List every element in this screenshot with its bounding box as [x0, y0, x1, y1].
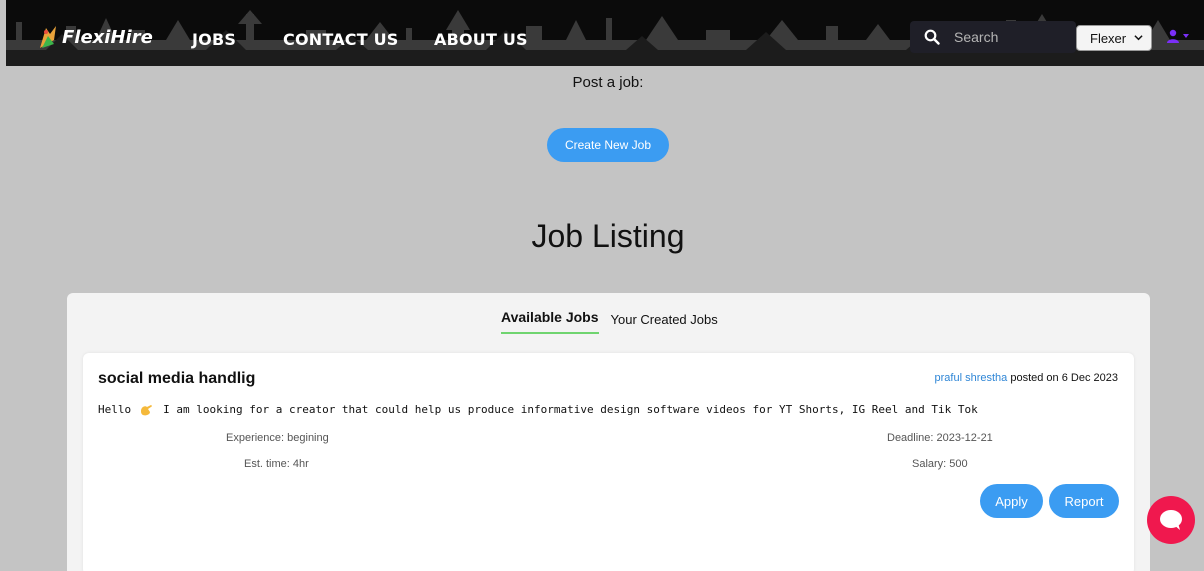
job-deadline: Deadline: 2023-12-21 [887, 432, 993, 444]
user-icon [1167, 29, 1179, 43]
post-job-label: Post a job: [572, 74, 644, 91]
apply-button[interactable]: Apply [980, 484, 1043, 518]
search-icon[interactable] [924, 29, 940, 45]
chat-bubble-icon [1160, 510, 1182, 530]
tab-your-created-jobs[interactable]: Your Created Jobs [611, 312, 718, 334]
job-description: Hello I am looking for a creator that co… [98, 403, 978, 416]
job-description-greeting: Hello [98, 403, 132, 416]
report-button[interactable]: Report [1049, 484, 1119, 518]
job-salary: Salary: 500 [912, 458, 968, 470]
job-description-text: I am looking for a creator that could he… [163, 403, 978, 416]
chat-button[interactable] [1147, 496, 1195, 544]
job-experience: Experience: begining [226, 432, 329, 444]
logo-mark-icon [40, 26, 56, 48]
user-menu-caret-icon [1183, 34, 1189, 38]
nav-link-contact[interactable]: CONTACT US [283, 30, 399, 49]
search-box [910, 21, 1076, 53]
job-title: social media handlig [98, 370, 256, 387]
posted-info: praful shrestha posted on 6 Dec 2023 [935, 372, 1118, 384]
poster-link[interactable]: praful shrestha [935, 372, 1008, 384]
posted-date: posted on 6 Dec 2023 [1007, 372, 1118, 384]
tab-available-jobs[interactable]: Available Jobs [501, 309, 599, 334]
role-select-value: Flexer [1090, 30, 1127, 46]
page-title: Job Listing [531, 218, 685, 254]
hand-wave-icon [141, 405, 152, 416]
brand-logo[interactable]: FlexiHire [36, 24, 153, 50]
search-input[interactable] [954, 29, 1064, 45]
job-est-time: Est. time: 4hr [244, 458, 309, 470]
top-navbar: FlexiHire JOBS CONTACT US ABOUT US Flexe… [6, 0, 1204, 66]
user-menu[interactable] [1166, 29, 1190, 43]
brand-name: FlexiHire [62, 26, 153, 48]
role-select[interactable]: Flexer [1076, 25, 1152, 51]
create-new-job-button[interactable]: Create New Job [547, 128, 669, 162]
nav-link-jobs[interactable]: JOBS [192, 30, 236, 49]
chevron-down-icon [1134, 35, 1143, 41]
job-tabs: Available Jobs Your Created Jobs [501, 309, 718, 334]
nav-link-about[interactable]: ABOUT US [434, 30, 528, 49]
